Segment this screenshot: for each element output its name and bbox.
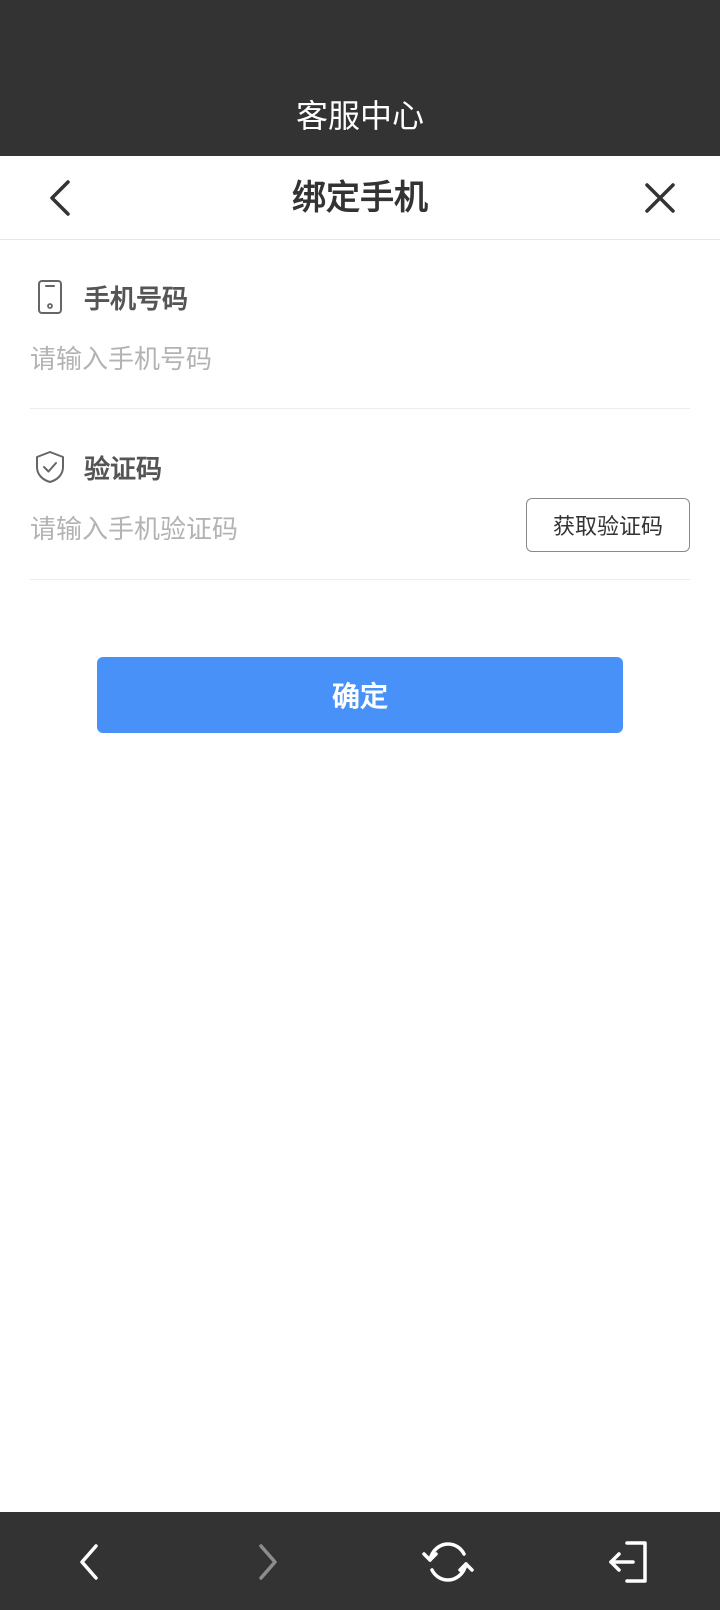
confirm-button[interactable]: 确定 [97, 657, 623, 733]
chevron-left-icon [50, 180, 70, 216]
phone-field-group: 手机号码 [30, 272, 690, 410]
bottom-toolbar [0, 1512, 720, 1610]
code-label-row: 验证码 [30, 442, 162, 492]
code-label: 验证码 [84, 454, 163, 485]
page-title: 绑定手机 [292, 178, 428, 218]
forward-arrow-icon [259, 1544, 277, 1580]
get-code-button[interactable]: 获取验证码 [526, 498, 690, 552]
shield-check-icon [30, 447, 70, 487]
phone-label: 手机号码 [84, 284, 189, 315]
code-divider [30, 579, 690, 580]
phone-input[interactable] [30, 332, 690, 388]
close-button[interactable] [636, 172, 684, 224]
back-button[interactable] [36, 172, 84, 224]
code-input[interactable] [30, 502, 480, 558]
close-icon [645, 183, 675, 213]
refresh-icon [422, 1542, 474, 1582]
page-nav-bar: 绑定手机 [0, 156, 720, 240]
exit-button[interactable] [593, 1527, 663, 1597]
forward-nav-button[interactable] [233, 1527, 303, 1597]
refresh-button[interactable] [413, 1527, 483, 1597]
back-nav-button[interactable] [54, 1527, 124, 1597]
app-header: 客服中心 [0, 0, 720, 156]
code-field-group: 验证码 获取验证码 [30, 442, 690, 580]
phone-icon [30, 277, 70, 317]
exit-icon [609, 1541, 647, 1583]
phone-label-row: 手机号码 [30, 272, 188, 322]
phone-divider [30, 408, 690, 409]
back-arrow-icon [80, 1544, 98, 1580]
app-title: 客服中心 [295, 97, 424, 135]
